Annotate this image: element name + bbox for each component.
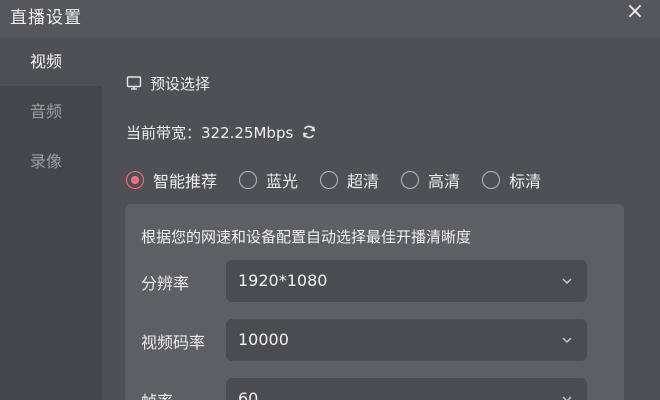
radio-unchecked-icon: [482, 171, 501, 189]
sidebar-item-label: 音频: [30, 102, 63, 121]
chevron-down-icon: [562, 337, 572, 343]
title-bar: 直播设置 ×: [0, 0, 660, 28]
sidebar-item-audio[interactable]: 音频: [0, 88, 102, 136]
frame-rate-value: 60: [238, 389, 259, 400]
radio-unchecked-icon: [239, 171, 258, 189]
radio-label: 蓝光: [266, 172, 299, 191]
sidebar-item-label: 视频: [30, 52, 63, 71]
radio-label: 标清: [509, 172, 542, 191]
video-bitrate-label: 视频码率: [141, 333, 206, 352]
preset-radio-hd[interactable]: 高清: [401, 168, 460, 192]
radio-checked-icon: [126, 171, 144, 189]
resolution-select[interactable]: 1920*1080: [226, 260, 587, 302]
close-icon[interactable]: ×: [624, 1, 646, 24]
radio-unchecked-icon: [320, 171, 339, 189]
sidebar-item-recording[interactable]: 录像: [0, 138, 102, 186]
bandwidth-label: 当前带宽：322.25Mbps: [126, 123, 294, 142]
resolution-row: 分辨率 1920*1080: [141, 260, 611, 302]
resolution-label: 分辨率: [141, 274, 190, 293]
sidebar: 视频 音频 录像: [0, 38, 102, 400]
monitor-icon: [126, 76, 142, 90]
radio-label: 超清: [347, 172, 380, 191]
sidebar-item-video[interactable]: 视频: [0, 38, 102, 86]
radio-unchecked-icon: [401, 171, 420, 189]
preset-radio-smart[interactable]: 智能推荐: [126, 168, 217, 192]
preset-radio-bluray[interactable]: 蓝光: [239, 168, 298, 192]
bandwidth-row: 当前带宽：322.25Mbps: [126, 121, 317, 143]
chevron-down-icon: [562, 278, 572, 284]
chevron-down-icon: [562, 396, 572, 400]
preset-radio-group: 智能推荐 蓝光 超清 高清 标清: [126, 168, 563, 192]
video-bitrate-select[interactable]: 10000: [226, 319, 587, 361]
preset-radio-sd[interactable]: 标清: [482, 168, 541, 192]
refresh-icon[interactable]: [301, 124, 317, 140]
window-title: 直播设置: [10, 8, 82, 28]
frame-rate-select[interactable]: 60: [226, 378, 587, 400]
preset-radio-ultra[interactable]: 超清: [320, 168, 379, 192]
preset-detail-panel: 根据您的网速和设备配置自动选择最佳开播清晰度 分辨率 1920*1080 视频码…: [125, 204, 624, 400]
radio-label: 高清: [428, 172, 461, 191]
preset-section-header: 预设选择: [126, 72, 210, 94]
section-title: 预设选择: [150, 74, 211, 93]
sidebar-item-label: 录像: [30, 152, 63, 171]
frame-rate-label: 帧率: [141, 388, 173, 400]
panel-description: 根据您的网速和设备配置自动选择最佳开播清晰度: [141, 228, 472, 246]
video-bitrate-value: 10000: [238, 330, 289, 349]
main-content: 预设选择 当前带宽：322.25Mbps 智能推荐 蓝光 超清 高清 标清 根据…: [102, 38, 660, 400]
resolution-value: 1920*1080: [238, 271, 328, 290]
radio-label: 智能推荐: [153, 172, 218, 191]
video-bitrate-row: 视频码率 10000: [141, 319, 611, 361]
frame-rate-row: 帧率 60: [141, 378, 611, 400]
